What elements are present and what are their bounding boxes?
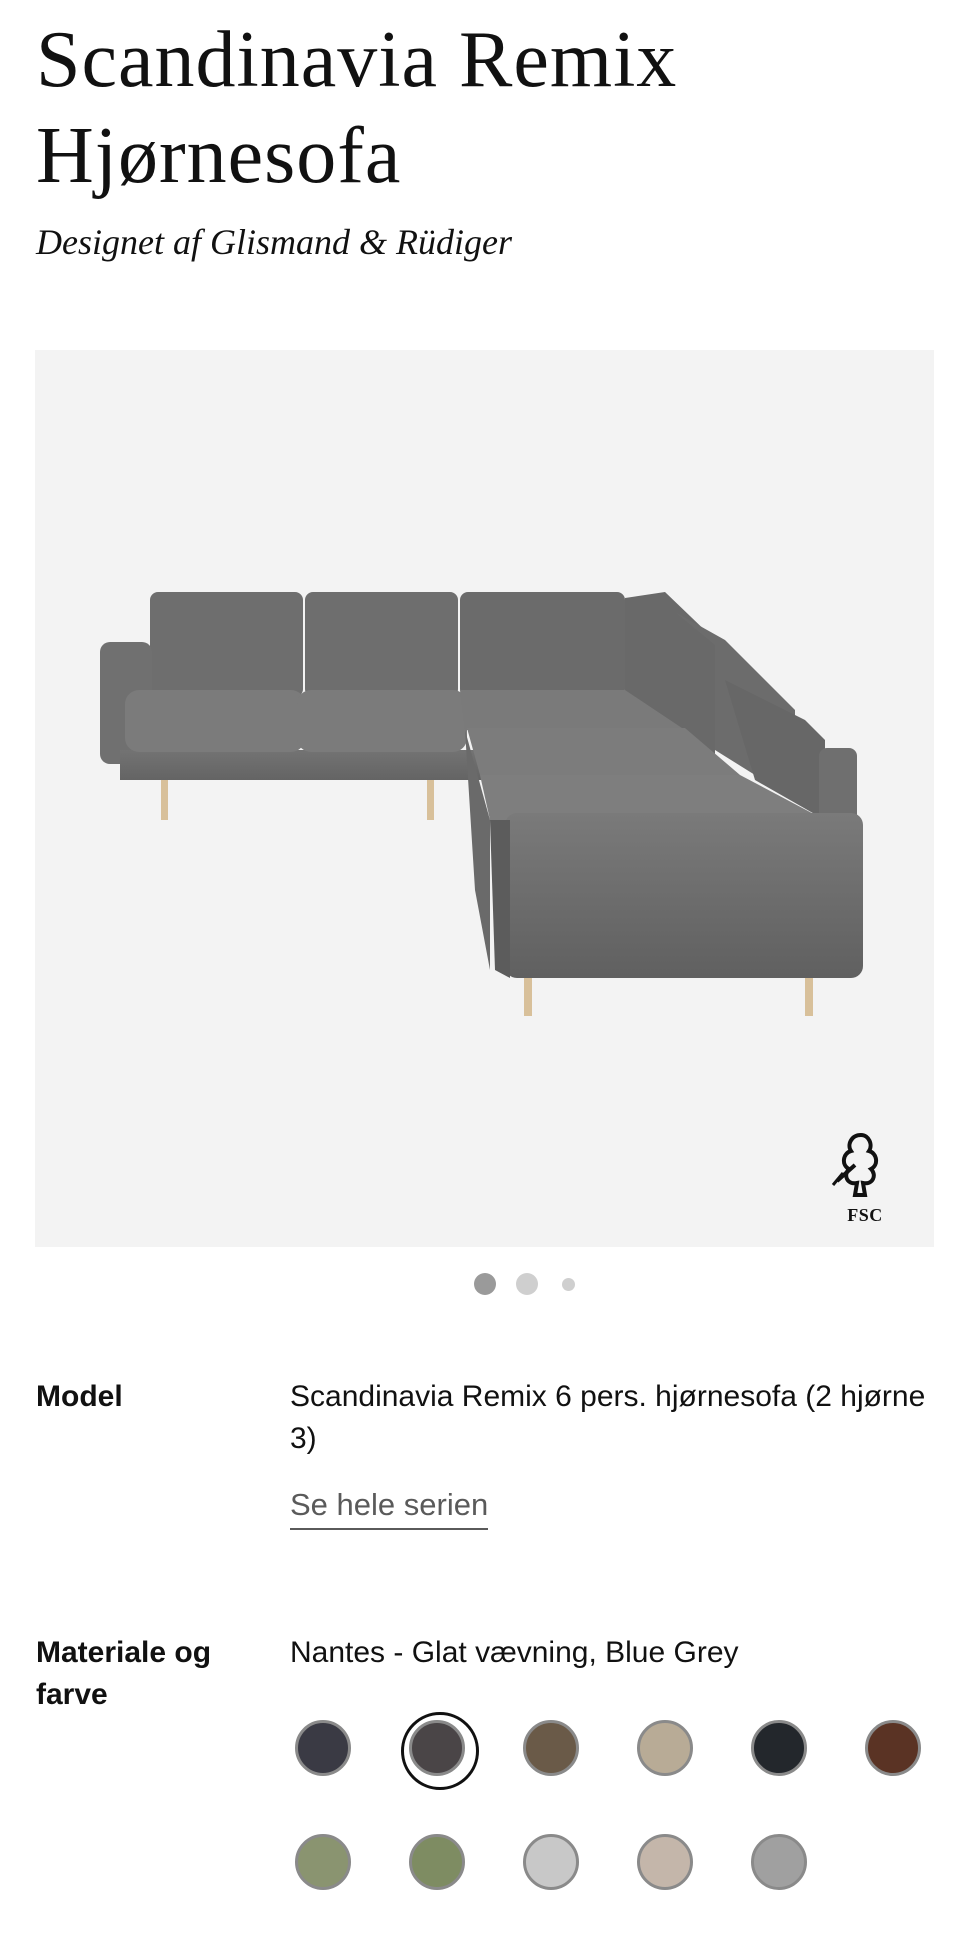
model-label: Model [36, 1380, 123, 1413]
gallery-dot-3[interactable] [562, 1278, 575, 1291]
material-value: Nantes - Glat vævning, Blue Grey [290, 1636, 739, 1669]
material-swatch[interactable] [409, 1834, 465, 1890]
material-swatch[interactable] [523, 1720, 579, 1776]
gallery-pagination [0, 1272, 960, 1296]
fsc-tree-icon [831, 1132, 878, 1197]
material-label: Materiale og farve [36, 1636, 212, 1711]
material-swatch[interactable] [751, 1720, 807, 1776]
material-swatch[interactable] [637, 1834, 693, 1890]
material-swatch[interactable] [751, 1834, 807, 1890]
product-title: Scandinavia Remix Hjørnesofa [36, 16, 678, 200]
see-series-link[interactable]: Se hele serien [290, 1484, 489, 1530]
material-swatch[interactable] [295, 1720, 351, 1776]
material-swatch[interactable] [523, 1834, 579, 1890]
fsc-badge: FSC [825, 1125, 905, 1225]
sofa-image [100, 592, 863, 1016]
material-swatch[interactable] [401, 1712, 479, 1790]
gallery-dot-1[interactable] [474, 1273, 496, 1295]
material-swatch[interactable] [865, 1720, 921, 1776]
product-image-gallery[interactable]: FSC [35, 350, 934, 1247]
material-swatch[interactable] [637, 1720, 693, 1776]
material-swatch[interactable] [295, 1834, 351, 1890]
product-page: Scandinavia Remix Hjørnesofa Designet af… [0, 0, 960, 1941]
model-value: Scandinavia Remix 6 pers. hjørnesofa (2 … [290, 1380, 926, 1455]
designer-credit: Designet af Glismand & Rüdiger [36, 222, 512, 262]
fsc-label: FSC [847, 1205, 883, 1225]
gallery-dot-2[interactable] [516, 1273, 538, 1295]
